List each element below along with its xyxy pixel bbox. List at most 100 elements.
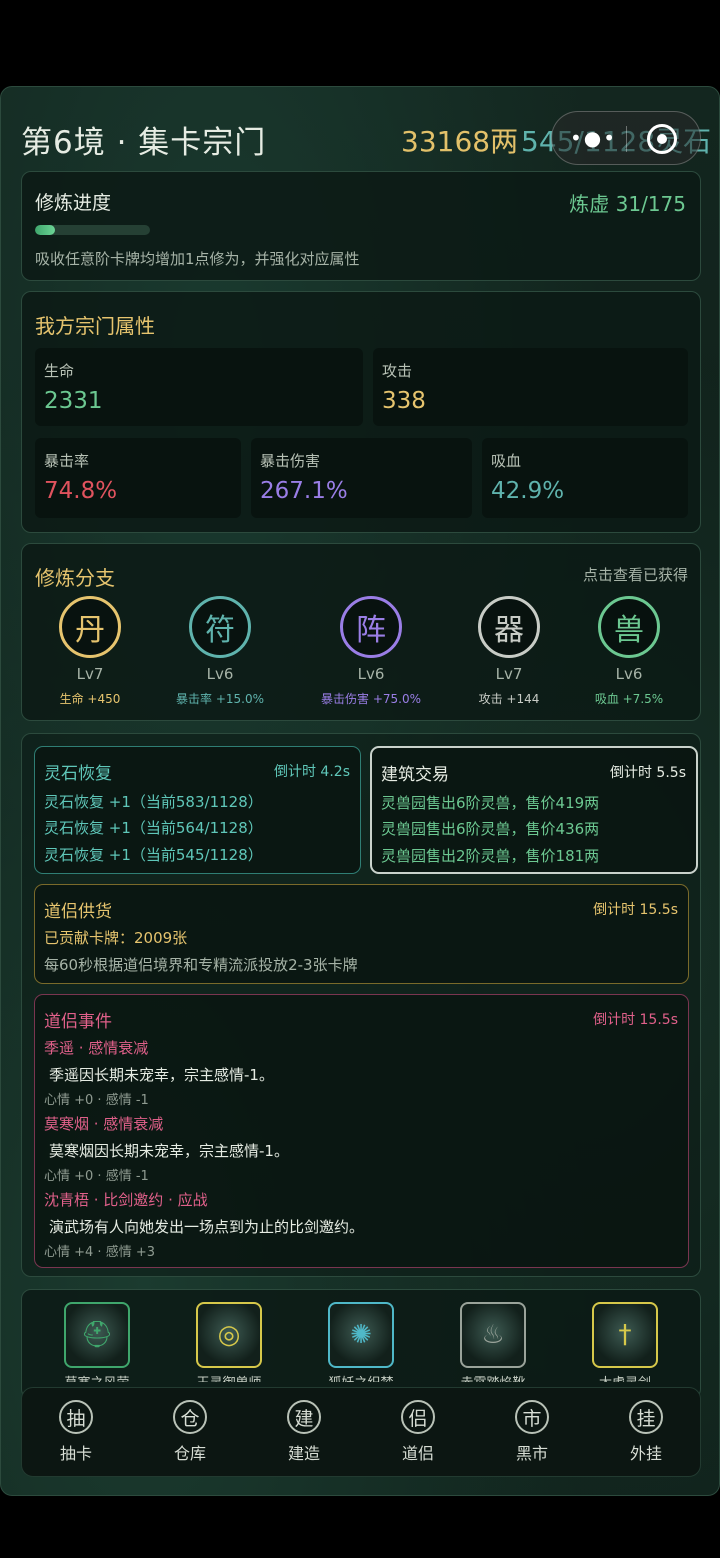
- building-trade-card[interactable]: 建筑交易 倒计时 5.5s 灵兽园售出6阶灵兽，售价419两 灵兽园售出6阶灵兽…: [370, 746, 698, 874]
- dan-icon: 丹: [59, 596, 121, 658]
- stat-label: 吸血: [491, 452, 522, 470]
- game-frame: 第6境 · 集卡宗门 33168两 545/1128灵石 •●• 修炼进度 炼虚…: [0, 86, 720, 1496]
- branch-zhen[interactable]: 阵 Lv6 暴击伤害 +75.0%: [306, 596, 436, 707]
- close-target-icon[interactable]: [647, 124, 677, 154]
- card-title: 道侣供货: [44, 902, 112, 922]
- stat-crit-rate: 暴击率 74.8%: [35, 438, 241, 518]
- stat-value: 74.8%: [44, 478, 118, 504]
- countdown-timer: 倒计时 4.2s: [273, 764, 350, 780]
- cultivation-branches-panel: 修炼分支 点击查看已获得 丹 Lv7 生命 +450 符 Lv6 暴击率 +15…: [21, 543, 701, 721]
- nav-label: 道侣: [401, 1444, 434, 1463]
- stat-label: 暴击率: [44, 452, 90, 470]
- countdown-timer: 倒计时 15.5s: [593, 902, 678, 918]
- log-line: 灵石恢复 +1（当前545/1128）: [44, 846, 263, 864]
- stat-label: 攻击: [382, 362, 413, 380]
- event-stats: 心情 +0 · 感情 -1: [44, 1093, 149, 1108]
- partner-strip: ⛑ 莫塞之风萤 ◎ 玉灵御兽师 ✺ 狐妖之织梦 ♨ 赤霄踏焰靴 † 太虚灵剑: [21, 1289, 701, 1399]
- branch-shou[interactable]: 兽 Lv6 吸血 +7.5%: [564, 596, 694, 707]
- shou-icon: 兽: [598, 596, 660, 658]
- nav-label: 外挂: [629, 1444, 662, 1463]
- gold-amount: 33168两: [401, 125, 519, 158]
- branch-bonus: 暴击伤害 +75.0%: [321, 692, 421, 706]
- branch-bonus: 攻击 +144: [478, 692, 540, 706]
- progress-bar: [35, 225, 150, 235]
- partner-name: 莫塞之风萤: [47, 1372, 147, 1382]
- nav-label: 建造: [287, 1444, 320, 1463]
- stat-hp: 生命 2331: [35, 348, 363, 426]
- branch-level: Lv7: [76, 665, 104, 683]
- nav-label: 仓库: [173, 1444, 206, 1463]
- nav-black-market[interactable]: 市 黑市: [492, 1400, 572, 1464]
- capsule-divider: [626, 126, 627, 152]
- nav-label: 黑市: [515, 1444, 548, 1463]
- branch-dan[interactable]: 丹 Lv7 生命 +450: [25, 596, 155, 707]
- card-title: 建筑交易: [381, 765, 449, 785]
- realm-level: 炼虚 31/175: [569, 192, 686, 216]
- bottom-nav: 抽 抽卡 仓 仓库 建 建造 侣 道侣 市 黑市 挂 外挂: [21, 1387, 701, 1477]
- event-body: 演武场有人向她发出一场点到为止的比剑邀约。: [49, 1218, 365, 1236]
- plugin-icon: 挂: [629, 1400, 663, 1434]
- boots-icon[interactable]: ♨: [460, 1302, 526, 1368]
- qi-icon: 器: [478, 596, 540, 658]
- warehouse-icon: 仓: [173, 1400, 207, 1434]
- event-stats: 心情 +0 · 感情 -1: [44, 1169, 149, 1184]
- card-title: 灵石恢复: [44, 764, 112, 784]
- supply-description: 每60秒根据道侣境界和专精流派投放2-3张卡牌: [44, 956, 358, 974]
- spider-icon[interactable]: ✺: [328, 1302, 394, 1368]
- log-line: 灵石恢复 +1（当前583/1128）: [44, 793, 263, 811]
- nav-plugin[interactable]: 挂 外挂: [606, 1400, 686, 1464]
- sect-attributes-panel: 我方宗门属性 生命 2331 攻击 338 暴击率 74.8% 暴击伤害 267…: [21, 291, 701, 533]
- contributed-count: 已贡献卡牌：2009张: [44, 929, 188, 947]
- fu-icon: 符: [189, 596, 251, 658]
- sword-icon[interactable]: †: [592, 1302, 658, 1368]
- event-body: 莫寒烟因长期未宠幸，宗主感情-1。: [49, 1142, 289, 1160]
- mini-program-capsule: •●•: [551, 111, 701, 165]
- branch-level: Lv6: [615, 665, 643, 683]
- stat-value: 338: [382, 388, 426, 414]
- event-stats: 心情 +4 · 感情 +3: [44, 1245, 155, 1260]
- branch-fu[interactable]: 符 Lv6 暴击率 +15.0%: [155, 596, 285, 707]
- stat-label: 生命: [44, 362, 75, 380]
- header: 第6境 · 集卡宗门 33168两 545/1128灵石 •●•: [21, 111, 711, 165]
- build-icon: 建: [287, 1400, 321, 1434]
- event-body: 季遥因长期未宠幸，宗主感情-1。: [49, 1066, 274, 1084]
- branch-level: Lv6: [357, 665, 385, 683]
- partner-supply-card: 道侣供货 倒计时 15.5s 已贡献卡牌：2009张 每60秒根据道侣境界和专精…: [34, 884, 689, 984]
- stat-lifesteal: 吸血 42.9%: [482, 438, 688, 518]
- branch-bonus: 生命 +450: [59, 692, 121, 706]
- black-market-icon: 市: [515, 1400, 549, 1434]
- countdown-timer: 倒计时 5.5s: [609, 765, 686, 781]
- nav-draw-card[interactable]: 抽 抽卡: [36, 1400, 116, 1464]
- helmet-icon[interactable]: ⛑: [64, 1302, 130, 1368]
- zhen-icon: 阵: [340, 596, 402, 658]
- stat-attack: 攻击 338: [373, 348, 688, 426]
- partner-name: 玉灵御兽师: [179, 1372, 279, 1382]
- stat-label: 暴击伤害: [260, 452, 321, 470]
- partner-name: 太虚灵剑: [575, 1372, 675, 1382]
- nav-warehouse[interactable]: 仓 仓库: [150, 1400, 230, 1464]
- event-heading: 沈青梧 · 比剑邀约 · 应战: [44, 1191, 208, 1209]
- nav-build[interactable]: 建 建造: [264, 1400, 344, 1464]
- stat-crit-damage: 暴击伤害 267.1%: [251, 438, 472, 518]
- progress-description: 吸收任意阶卡牌均增加1点修为，并强化对应属性: [35, 250, 360, 268]
- countdown-timer: 倒计时 15.5s: [593, 1012, 678, 1028]
- card-title: 道侣事件: [44, 1012, 112, 1032]
- branch-level: Lv7: [495, 665, 523, 683]
- log-line: 灵石恢复 +1（当前564/1128）: [44, 819, 263, 837]
- log-line: 灵兽园售出6阶灵兽，售价419两: [381, 794, 600, 812]
- partner-icon: 侣: [401, 1400, 435, 1434]
- stat-value: 42.9%: [491, 478, 565, 504]
- nav-partner[interactable]: 侣 道侣: [378, 1400, 458, 1464]
- attributes-title: 我方宗门属性: [35, 314, 155, 338]
- branches-title: 修炼分支: [35, 566, 115, 590]
- branch-qi[interactable]: 器 Lv7 攻击 +144: [444, 596, 574, 707]
- more-icon[interactable]: •●•: [570, 126, 617, 150]
- event-log-panel: 灵石恢复 倒计时 4.2s 灵石恢复 +1（当前583/1128） 灵石恢复 +…: [21, 733, 701, 1277]
- event-heading: 莫寒烟 · 感情衰减: [44, 1115, 164, 1133]
- stat-value: 267.1%: [260, 478, 348, 504]
- event-heading: 季遥 · 感情衰减: [44, 1039, 149, 1057]
- draw-card-icon: 抽: [59, 1400, 93, 1434]
- ring-icon[interactable]: ◎: [196, 1302, 262, 1368]
- branch-bonus: 吸血 +7.5%: [594, 692, 664, 706]
- view-acquired-link[interactable]: 点击查看已获得: [583, 564, 688, 585]
